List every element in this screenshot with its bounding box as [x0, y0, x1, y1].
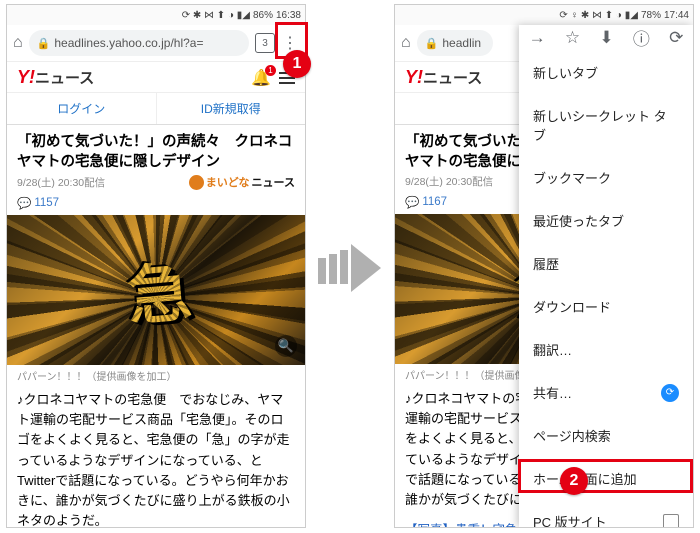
battery-percent: 78%	[641, 10, 661, 21]
step-badge-1: 1	[283, 50, 311, 78]
status-bar: ⟳ ♀ ✱ ⋈ ⬆ ◑ ▮◢ 78% 17:44	[395, 5, 693, 25]
forward-icon[interactable]: →	[529, 28, 546, 48]
article-timestamp: 9/28(土) 20:30配信	[17, 175, 105, 190]
ynews-header: Y!ニュース 🔔1	[7, 61, 305, 92]
tab-login[interactable]: ログイン	[7, 93, 156, 124]
zoom-icon[interactable]: 🔍	[275, 335, 297, 357]
article-title: 「初めて気づいた！」の声続々 クロネコヤマトの宅急便に隠しデザイン	[17, 133, 295, 172]
article-source[interactable]: まいどなニュース	[189, 174, 295, 190]
menu-icon-row: → ☆ ⬇ ⓘ ⟳	[519, 25, 693, 51]
highlight-box-2	[518, 459, 693, 493]
tab-id-register[interactable]: ID新規取得	[156, 93, 306, 124]
refresh-icon[interactable]: ⟳	[669, 28, 683, 48]
star-icon[interactable]: ☆	[565, 28, 580, 48]
menu-new-tab[interactable]: 新しいタブ	[519, 51, 693, 94]
ynews-logo[interactable]: Y!ニュース	[405, 67, 482, 88]
article-body: ♪クロネコヤマトの宅急便 でおなじみ、ヤマト運輸の宅配サービス商品「宅急便」。そ…	[7, 386, 305, 527]
info-icon[interactable]: ⓘ	[633, 25, 650, 50]
url-bar[interactable]: 🔒 headlines.yahoo.co.jp/hl?a=	[29, 30, 249, 56]
article-image[interactable]: 急 🔍	[7, 215, 305, 365]
article-timestamp: 9/28(土) 20:30配信	[405, 174, 493, 189]
step-badge-2: 2	[560, 467, 588, 495]
share-badge-icon: ⟳	[661, 384, 679, 402]
download-icon[interactable]: ⬇	[599, 28, 613, 48]
desktop-checkbox[interactable]	[663, 514, 679, 529]
status-time: 17:44	[664, 10, 689, 21]
tabs-button[interactable]: 3	[255, 33, 275, 53]
ynews-logo[interactable]: Y!ニュース	[17, 67, 94, 88]
status-icons: ⟳ ✱ ⋈ ⬆ ◑ ▮◢	[182, 10, 250, 21]
menu-desktop-site[interactable]: PC 版サイト	[519, 500, 693, 528]
status-time: 16:38	[276, 10, 301, 21]
home-icon[interactable]: ⌂	[13, 34, 23, 52]
status-bar: ⟳ ✱ ⋈ ⬆ ◑ ▮◢ 86% 16:38	[7, 5, 305, 25]
bell-icon[interactable]: 🔔1	[251, 68, 271, 88]
url-text: headlines.yahoo.co.jp/hl?a=	[54, 36, 203, 50]
url-text: headlin	[442, 36, 481, 50]
lock-icon: 🔒	[37, 37, 51, 50]
image-caption: パパーン！！！（提供画像を加工）	[7, 365, 305, 386]
page-content: Y!ニュース 🔔1 ログイン ID新規取得 「初めて気づいた！」の声続々 クロネ…	[7, 61, 305, 527]
status-icons: ⟳ ♀ ✱ ⋈ ⬆ ◑ ▮◢	[559, 10, 638, 21]
menu-bookmarks[interactable]: ブックマーク	[519, 156, 693, 199]
menu-downloads[interactable]: ダウンロード	[519, 285, 693, 328]
menu-incognito[interactable]: 新しいシークレット タブ	[519, 94, 693, 156]
comment-count[interactable]: 💬1157	[7, 194, 305, 215]
lock-icon: 🔒	[425, 37, 439, 50]
url-bar[interactable]: 🔒 headlin	[417, 30, 493, 56]
home-icon[interactable]: ⌂	[401, 34, 411, 52]
battery-percent: 86%	[253, 10, 273, 21]
chrome-menu: → ☆ ⬇ ⓘ ⟳ 新しいタブ 新しいシークレット タブ ブックマーク 最近使っ…	[519, 25, 693, 527]
image-kanji: 急	[123, 242, 189, 339]
source-icon	[189, 175, 204, 190]
phone-right: ⟳ ♀ ✱ ⋈ ⬆ ◑ ▮◢ 78% 17:44 ⌂ 🔒 headlin Y!ニ…	[394, 4, 694, 528]
menu-recent-tabs[interactable]: 最近使ったタブ	[519, 199, 693, 242]
chrome-toolbar: ⌂ 🔒 headlines.yahoo.co.jp/hl?a= 3 ⋮	[7, 25, 305, 62]
menu-share[interactable]: 共有…⟳	[519, 371, 693, 414]
phone-left: ⟳ ✱ ⋈ ⬆ ◑ ▮◢ 86% 16:38 ⌂ 🔒 headlines.yah…	[6, 4, 306, 528]
menu-find-in-page[interactable]: ページ内検索	[519, 414, 693, 457]
menu-history[interactable]: 履歴	[519, 242, 693, 285]
ynews-tabs: ログイン ID新規取得	[7, 92, 305, 125]
step-arrow-icon	[318, 244, 381, 292]
menu-translate[interactable]: 翻訳…	[519, 328, 693, 371]
